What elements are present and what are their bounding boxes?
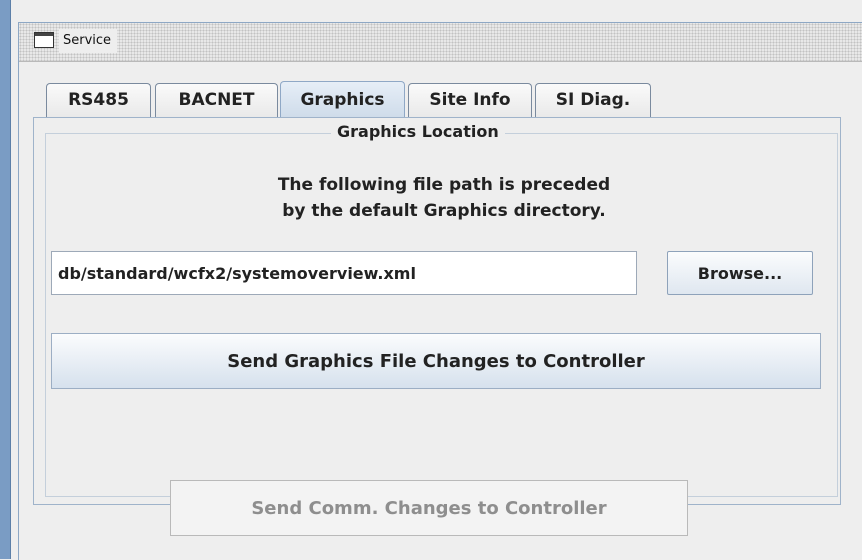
tab-si-diag[interactable]: SI Diag. [535,83,651,117]
window-icon [34,32,54,48]
send-graphics-changes-button[interactable]: Send Graphics File Changes to Controller [51,333,821,389]
window-titlebar[interactable]: Service [19,23,862,62]
description-line-2: by the default Graphics directory. [282,201,606,221]
graphics-description: The following file path is preceded by t… [179,172,709,224]
tab-rs485[interactable]: RS485 [46,83,151,117]
browse-button[interactable]: Browse... [667,251,813,295]
tab-bacnet[interactable]: BACNET [155,83,278,117]
send-comm-changes-button[interactable]: Send Comm. Changes to Controller [170,480,688,536]
service-window: Service RS485 BACNET Graphics Site Info … [18,22,862,560]
graphics-file-path-input[interactable] [51,251,637,295]
tab-site-info[interactable]: Site Info [408,83,532,117]
window-title: Service [59,29,118,53]
tab-graphics[interactable]: Graphics [280,81,405,117]
description-line-1: The following file path is preceded [277,175,611,195]
desktop-frame-edge [0,0,11,559]
graphics-location-title: Graphics Location [331,121,505,143]
